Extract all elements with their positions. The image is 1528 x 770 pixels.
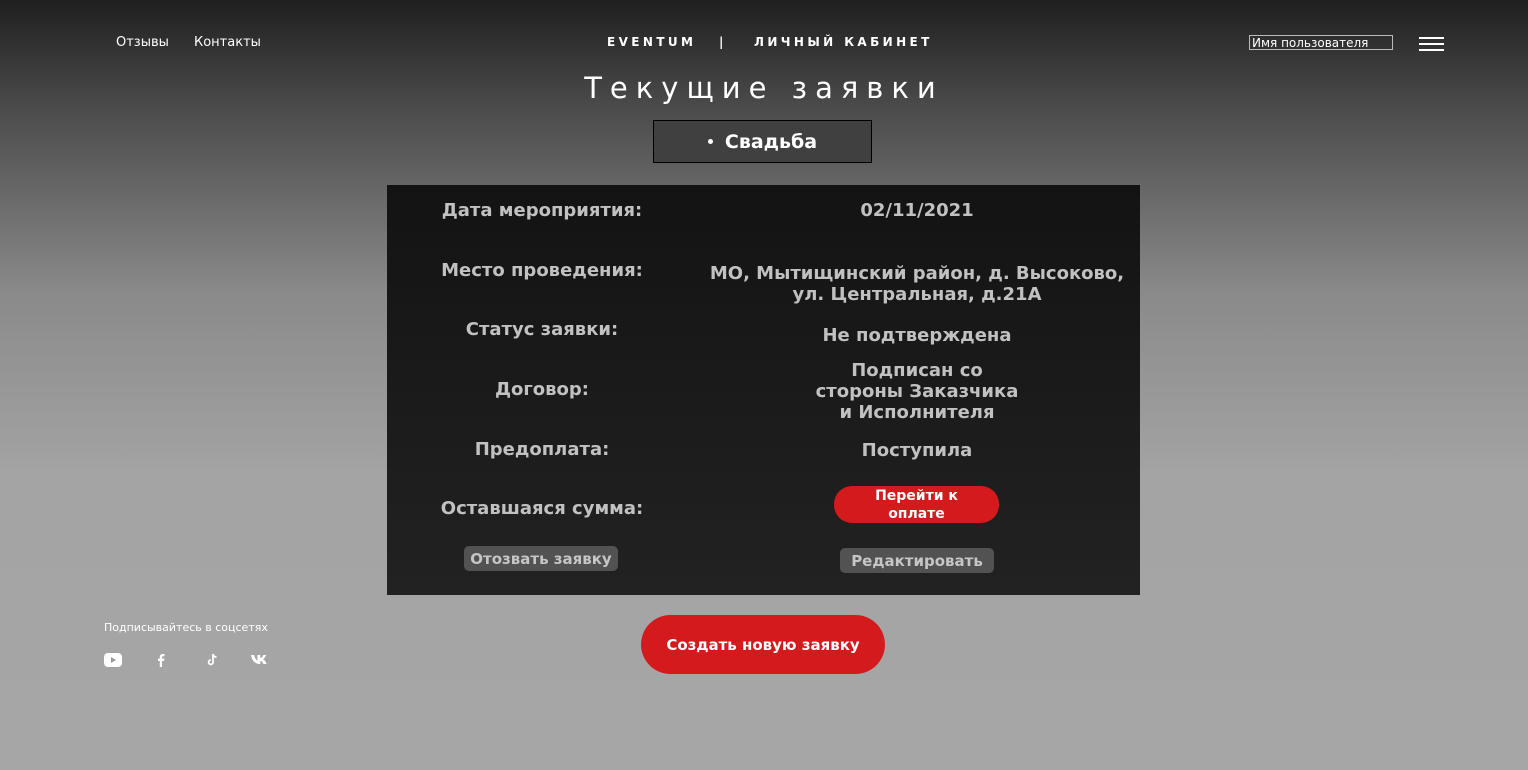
prepayment-label: Предоплата:	[474, 439, 610, 460]
youtube-icon[interactable]	[104, 652, 122, 671]
place-value-line: МО, Мытищинский район, д. Высоково,	[709, 263, 1125, 284]
contract-value-line: стороны Заказчика	[815, 381, 1019, 402]
status-value: Не подтверждена	[822, 325, 1012, 346]
cabinet-title[interactable]: ЛИЧНЫЙ КАБИНЕТ	[754, 35, 933, 49]
vk-icon[interactable]	[250, 652, 270, 671]
prepayment-value: Поступила	[861, 440, 973, 461]
remaining-label: Оставшаяся сумма:	[440, 498, 644, 519]
menu-icon[interactable]	[1419, 36, 1445, 52]
brand-logo[interactable]: EVENTUM	[607, 35, 696, 49]
contract-value: Подписан со стороны Заказчика и Исполнит…	[687, 360, 1147, 423]
nav-link-reviews[interactable]: Отзывы	[116, 35, 169, 50]
date-label: Дата мероприятия:	[441, 200, 643, 221]
place-label: Место проведения:	[441, 260, 643, 281]
contract-label: Договор:	[494, 379, 589, 400]
tiktok-icon[interactable]	[206, 652, 219, 671]
facebook-icon[interactable]	[156, 652, 166, 671]
social-title: Подписывайтесь в соцсетях	[104, 621, 268, 634]
contract-value-line: и Исполнителя	[839, 402, 995, 423]
contract-value-line: Подписан со	[851, 360, 983, 381]
pay-button-line: оплате	[888, 505, 945, 522]
category-label: Свадьба	[724, 130, 818, 153]
place-value-line: ул. Центральная, д.21А	[792, 284, 1042, 305]
place-value: МО, Мытищинский район, д. Высоково, ул. …	[687, 263, 1147, 305]
brand-separator: |	[719, 35, 727, 49]
page-title: Текущие заявки	[584, 71, 944, 105]
nav-link-contacts[interactable]: Контакты	[194, 35, 261, 50]
create-request-button[interactable]: Создать новую заявку	[641, 615, 885, 674]
withdraw-request-button[interactable]: Отозвать заявку	[464, 546, 618, 571]
status-label: Статус заявки:	[465, 319, 619, 340]
edit-request-button[interactable]: Редактировать	[840, 548, 994, 573]
category-dropdown[interactable]: Свадьба	[653, 120, 872, 163]
username-input[interactable]	[1249, 35, 1393, 50]
request-details-panel: Дата мероприятия: 02/11/2021 Место прове…	[387, 185, 1140, 595]
pay-button-line: Перейти к	[875, 487, 958, 504]
bullet-icon	[707, 139, 713, 144]
pay-button[interactable]: Перейти к оплате	[834, 486, 999, 523]
date-value: 02/11/2021	[860, 200, 974, 221]
